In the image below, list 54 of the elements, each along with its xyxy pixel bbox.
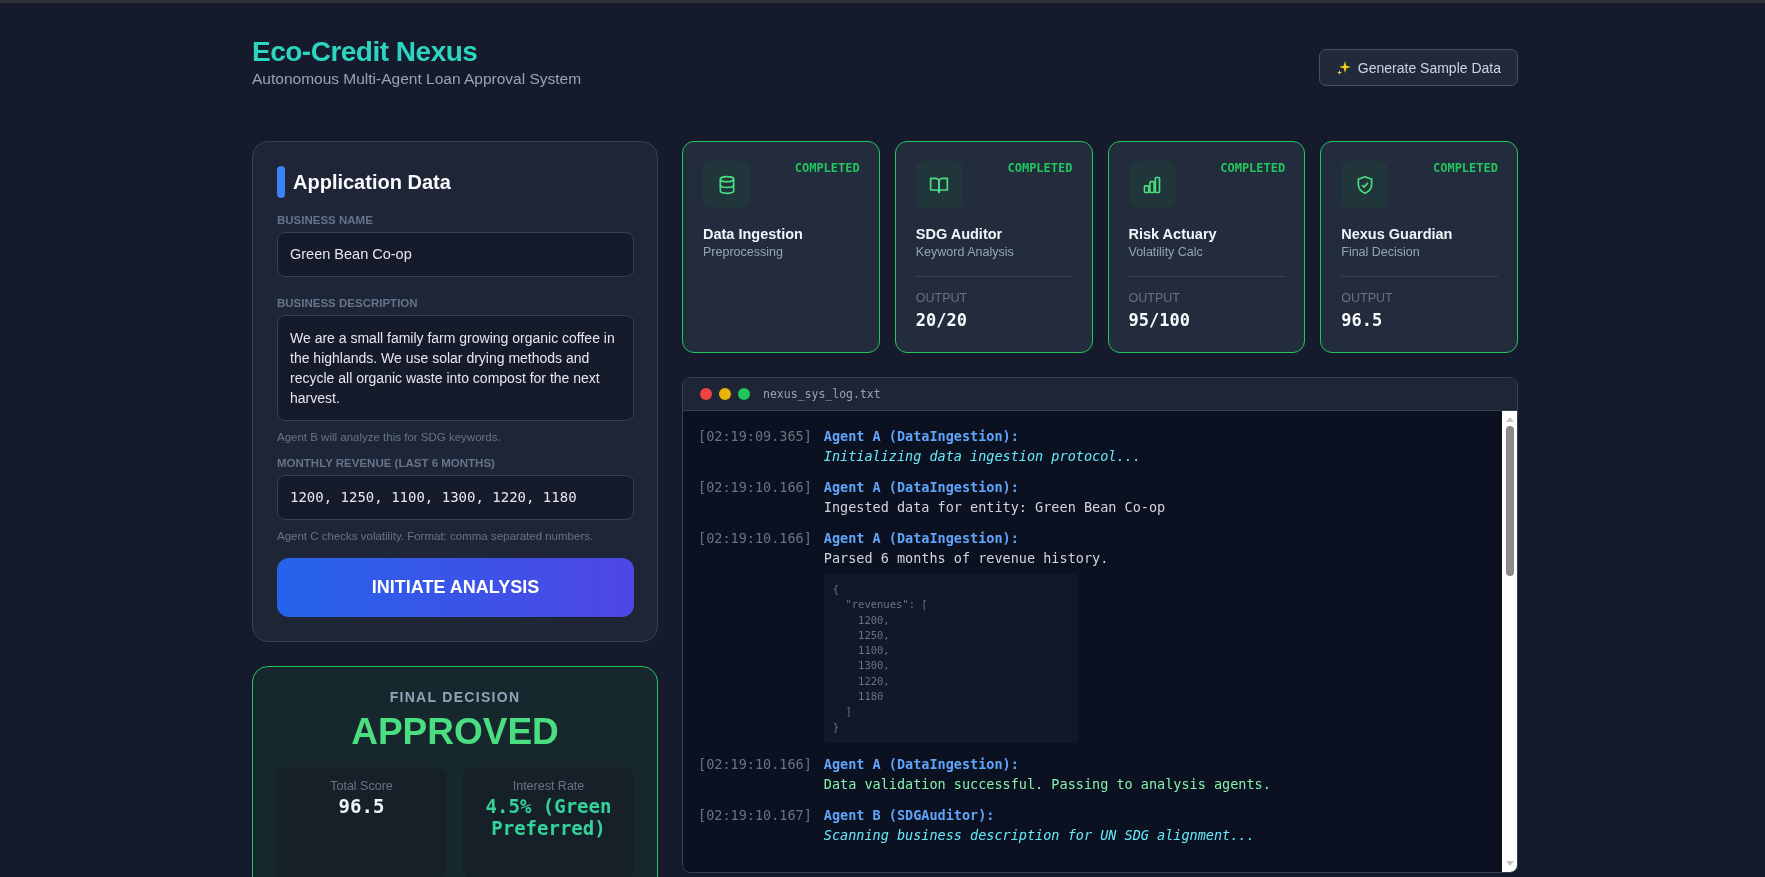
output-label: OUTPUT [1128,291,1181,305]
log-agent: Agent A (DataIngestion): [823,427,1020,446]
log-agent: Agent A (DataIngestion): [823,529,1020,548]
generate-sample-button[interactable]: Generate Sample Data [1318,49,1518,86]
stat-label: Total Score [329,779,394,793]
business-name-field[interactable]: Green Bean Co-op [277,232,634,277]
log-timestamp: [02:19:09.365] [698,427,812,446]
log-timestamp: [02:19:10.167] [698,805,812,825]
json-block: { "revenues": [ 1200, 1250, 1100, 1300, 1220, 1180 ] } [823,574,1078,743]
field-hint: Agent B will analyze this for SDG keywords. [277,431,502,443]
status-label: COMPLETED [1220,161,1286,175]
stat-value: 4.5% (Green Preferred) [484,795,613,839]
agent-role: Preprocessing [703,245,784,259]
initiate-analysis-button[interactable]: INITIATE ANALYSIS [277,558,634,617]
decision-label: FINAL DECISION [388,689,522,705]
log-filename: nexus_sys_log.txt [763,387,881,401]
agent-role: Keyword Analysis [915,245,1015,259]
agent-name: Nexus Guardian [1341,226,1454,242]
output-label: OUTPUT [1341,291,1394,305]
log-message: Ingested data for entity: Green Bean Co-op [823,498,1167,517]
agent-role: Final Decision [1341,245,1421,259]
description-field[interactable]: We are a small family farm growing organic coffee in the highlands. We use solar drying methods and recycle all organic waste into compost for the next harvest. [277,315,634,421]
log-timestamp: [02:19:10.166] [698,478,812,497]
agent-name: Data Ingestion [703,226,804,242]
stat-label: Interest Rate [511,779,586,793]
log-message: Initializing data ingestion protocol... [823,447,1142,466]
field-label: BUSINESS NAME [277,214,374,226]
log-message: Parsed 6 months of revenue history. [823,549,1110,568]
agent-name: SDG Auditor [915,226,1004,242]
decision-verdict: APPROVED [350,711,560,753]
log-agent: Agent B (SDGAuditor): [823,805,996,825]
field-label: BUSINESS DESCRIPTION [277,297,419,309]
revenue-field[interactable]: 1200, 1250, 1100, 1300, 1220, 1180 [277,475,634,520]
field-hint: Agent C checks volatility. Format: comma separated numbers. [277,530,595,542]
log-timestamp: [02:19:10.166] [698,529,812,548]
app-subtitle: Autonomous Multi-Agent Loan Approval System [252,69,582,88]
stat-value: 96.5 [337,795,386,817]
log-message: Scanning business description for UN SDG alignment... [823,825,1256,845]
agent-name: Risk Actuary [1128,226,1218,242]
field-label: MONTHLY REVENUE (LAST 6 MONTHS) [277,457,496,469]
output-value: 96.5 [1341,310,1384,330]
agent-role: Volatility Calc [1128,245,1204,259]
log-agent: Agent A (DataIngestion): [823,754,1020,774]
output-value: 20/20 [915,310,968,330]
log-message: Data validation successful. Passing to analysis agents. [823,774,1272,794]
log-agent: Agent A (DataIngestion): [823,478,1020,497]
output-label: OUTPUT [915,291,969,305]
status-label: COMPLETED [794,161,860,175]
status-label: COMPLETED [1432,161,1498,175]
status-label: COMPLETED [1007,161,1073,175]
panel-title: Application Data [293,170,451,194]
app-title: Eco-Credit Nexus [252,37,479,68]
log-timestamp: [02:19:10.166] [698,754,812,774]
output-value: 95/100 [1128,310,1191,330]
